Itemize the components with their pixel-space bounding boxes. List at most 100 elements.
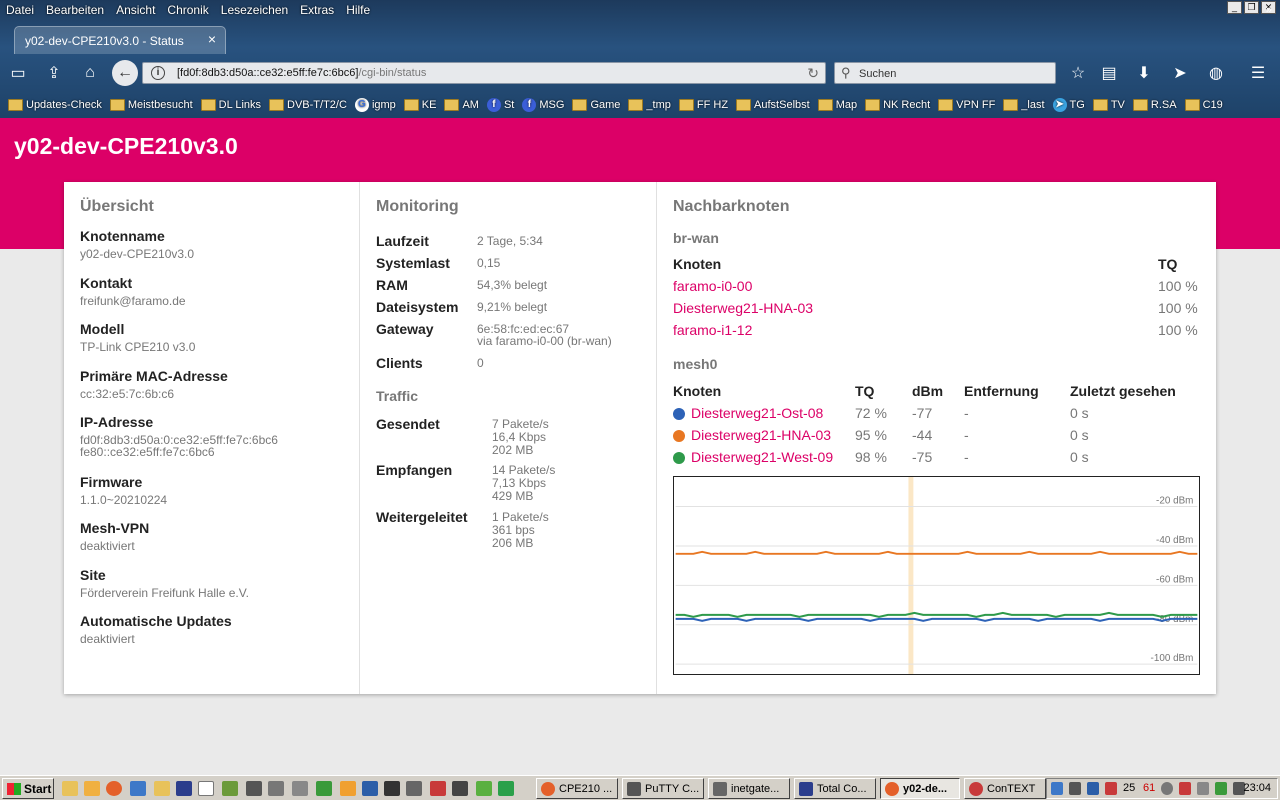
tab-close-icon[interactable]: × <box>208 31 216 47</box>
bookmark-item[interactable]: NK Recht <box>865 99 930 111</box>
menu-lesezeichen[interactable]: Lesezeichen <box>215 3 294 17</box>
quicklaunch-folder-icon[interactable] <box>62 781 78 796</box>
monitoring-value: 0 <box>477 356 484 370</box>
menu-hilfe[interactable]: Hilfe <box>340 3 376 17</box>
bookmark-item[interactable]: FF HZ <box>678 99 728 111</box>
bookmarks-more-icon[interactable]: » <box>1266 4 1272 16</box>
url-bar[interactable]: i [fd0f:8db3:d50a::ce32:e5ff:fe7c:6bc6]/… <box>142 62 826 84</box>
bookmark-item[interactable]: KE <box>403 99 436 111</box>
quicklaunch-arrow-icon[interactable] <box>498 781 514 796</box>
home-icon[interactable]: ⌂ <box>76 58 104 88</box>
bookmark-item[interactable]: Updates-Check <box>8 99 102 111</box>
menu-bearbeiten[interactable]: Bearbeiten <box>40 3 110 17</box>
url-host: [fd0f:8db3:d50a::ce32:e5ff:fe7c:6bc6] <box>177 67 359 79</box>
bookmark-star-icon[interactable]: ☆ <box>1064 58 1092 88</box>
globe-icon[interactable]: ◍ <box>1202 58 1230 88</box>
menu-datei[interactable]: Datei <box>0 3 40 17</box>
site-info-icon[interactable]: i <box>151 66 165 80</box>
bookmark-item[interactable]: AM <box>444 99 479 111</box>
menu-ansicht[interactable]: Ansicht <box>110 3 161 17</box>
tray-green-icon[interactable] <box>1215 782 1227 795</box>
quicklaunch-keys-icon[interactable] <box>268 781 284 796</box>
tray-usb-icon[interactable] <box>1197 782 1209 795</box>
task-cpe210[interactable]: CPE210 ... <box>536 778 618 799</box>
tray-app-icon[interactable] <box>1087 782 1099 795</box>
back-icon[interactable]: ← <box>112 60 138 86</box>
menu-chronik[interactable]: Chronik <box>161 3 214 17</box>
window-icon[interactable]: ▭ <box>4 58 32 88</box>
send-icon[interactable]: ➤ <box>1166 58 1194 88</box>
bookmark-item[interactable]: Map <box>817 99 857 111</box>
bookmark-item[interactable]: _tmp <box>628 99 671 111</box>
quicklaunch-green-icon[interactable] <box>476 781 492 796</box>
download-icon[interactable]: ⬇ <box>1130 58 1158 88</box>
start-button[interactable]: Start <box>2 778 54 799</box>
tray-alert-icon[interactable] <box>1179 782 1191 795</box>
bookmark-item[interactable]: TV <box>1092 99 1125 111</box>
tray-monitor-icon[interactable] <box>1069 782 1081 795</box>
mesh-seen: 0 s <box>1070 405 1089 421</box>
brwan-node-link[interactable]: faramo-i1-12 <box>673 322 752 338</box>
quicklaunch-orange-icon[interactable] <box>340 781 356 796</box>
quicklaunch-notes-icon[interactable] <box>84 781 100 796</box>
task-total-commander[interactable]: Total Co... <box>794 778 876 799</box>
quicklaunch-vc-icon[interactable] <box>198 781 214 796</box>
minimize-icon[interactable]: _ <box>1227 1 1242 14</box>
firefox-icon <box>541 781 555 796</box>
upload-icon[interactable]: ⇪ <box>40 58 68 88</box>
quicklaunch-monitor-icon[interactable] <box>452 781 468 796</box>
bookmark-item[interactable]: Meistbesucht <box>109 99 193 111</box>
tray-speaker-icon[interactable] <box>1161 782 1173 795</box>
bookmark-item[interactable]: f St <box>486 98 514 112</box>
bookmark-item[interactable]: _last <box>1003 99 1045 111</box>
quicklaunch-tool-icon[interactable] <box>292 781 308 796</box>
traffic-value: 7 Pakete/s <box>492 417 549 431</box>
tab-status[interactable]: y02-dev-CPE210v3.0 - Status × <box>14 26 226 54</box>
quicklaunch-disk-icon[interactable] <box>176 781 192 796</box>
mesh-node-link[interactable]: Diesterweg21-West-09 <box>691 449 833 465</box>
mesh-node-link[interactable]: Diesterweg21-Ost-08 <box>691 405 823 421</box>
traffic-value: 1 Pakete/s <box>492 510 549 524</box>
mesh-node-link[interactable]: Diesterweg21-HNA-03 <box>691 427 831 443</box>
quicklaunch-tree-icon[interactable] <box>316 781 332 796</box>
bookmark-item[interactable]: DVB-T/T2/C <box>269 99 347 111</box>
search-bar[interactable]: ⚲ Suchen <box>834 62 1056 84</box>
quicklaunch-chip-icon[interactable] <box>384 781 400 796</box>
quicklaunch-putty-icon[interactable] <box>246 781 262 796</box>
task-putty[interactable]: PuTTY C... <box>622 778 704 799</box>
tray-network-icon[interactable] <box>1051 782 1063 795</box>
task-context[interactable]: ConTEXT <box>964 778 1046 799</box>
mesh-dist: - <box>964 405 969 421</box>
quicklaunch-folder2-icon[interactable] <box>154 781 170 796</box>
bookmark-item[interactable]: Gigmp <box>354 98 396 112</box>
task-browser-active[interactable]: y02-de... <box>880 778 960 799</box>
bookmark-item[interactable]: C19 <box>1184 99 1223 111</box>
quicklaunch-red-icon[interactable] <box>430 781 446 796</box>
y-tick-label: -100 dBm <box>1151 653 1194 664</box>
quicklaunch-app-icon[interactable] <box>130 781 146 796</box>
clock: 23:04 <box>1243 782 1271 794</box>
task-inetgate[interactable]: inetgate... <box>708 778 790 799</box>
mesh-tq: 95 % <box>855 427 887 443</box>
tray-red-icon[interactable] <box>1105 782 1117 795</box>
bookmark-item[interactable]: AufstSelbst <box>736 99 810 111</box>
bookmark-item[interactable]: R.SA <box>1132 99 1177 111</box>
folder-icon <box>200 99 216 111</box>
quicklaunch-firefox-icon[interactable] <box>106 781 122 796</box>
quicklaunch-network-icon[interactable] <box>222 781 238 796</box>
bookmark-item[interactable]: Game <box>572 99 620 111</box>
library-icon[interactable]: ▤ <box>1095 58 1123 88</box>
quicklaunch-blue-icon[interactable] <box>362 781 378 796</box>
menu-extras[interactable]: Extras <box>294 3 340 17</box>
reload-icon[interactable]: ↻ <box>807 65 819 82</box>
bookmark-item[interactable]: ➤ TG <box>1052 98 1085 112</box>
restore-icon[interactable]: ❐ <box>1244 1 1259 14</box>
brwan-node-link[interactable]: Diesterweg21-HNA-03 <box>673 300 813 316</box>
bookmark-item[interactable]: DL Links <box>200 99 261 111</box>
series-line-1 <box>675 611 1198 618</box>
bookmark-item[interactable]: VPN FF <box>938 99 995 111</box>
bookmark-item[interactable]: f MSG <box>522 98 564 112</box>
quicklaunch-gear-icon[interactable] <box>406 781 422 796</box>
hamburger-menu-icon[interactable]: ☰ <box>1244 58 1272 88</box>
brwan-node-link[interactable]: faramo-i0-00 <box>673 278 752 294</box>
